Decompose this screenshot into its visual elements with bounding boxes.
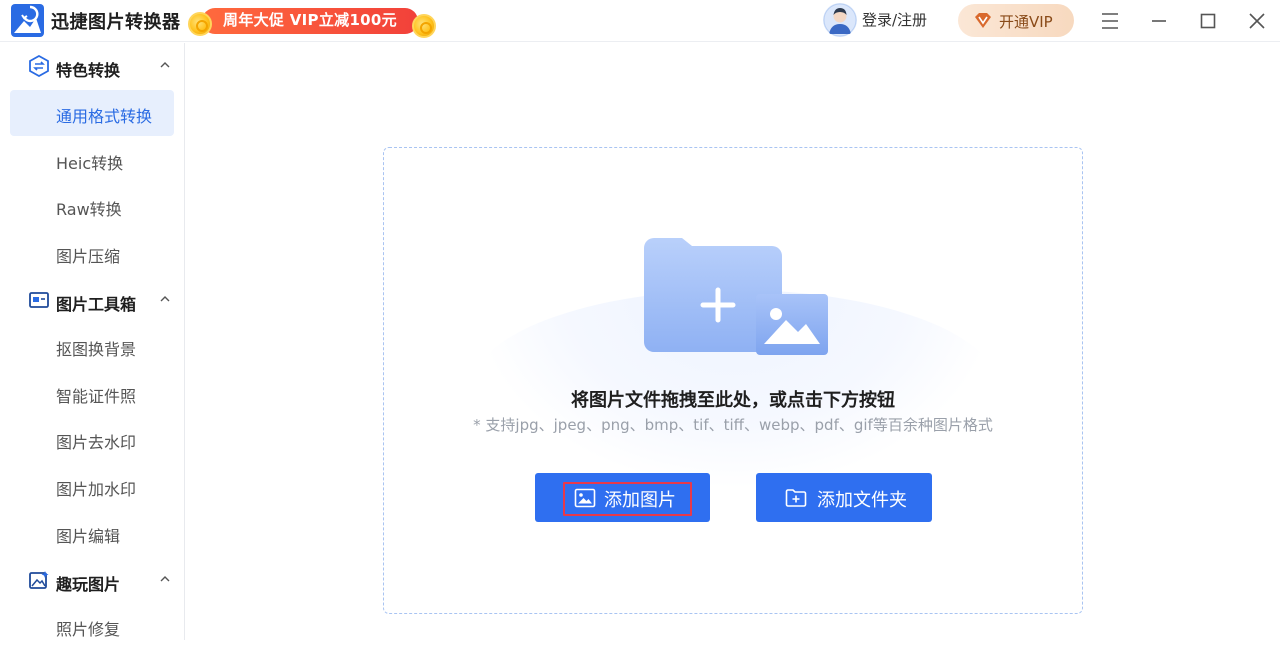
drop-zone[interactable] bbox=[383, 147, 1083, 614]
folder-plus-icon bbox=[785, 489, 807, 507]
sidebar-item-label: Heic转换 bbox=[56, 154, 124, 173]
add-folder-label: 添加文件夹 bbox=[817, 490, 907, 511]
open-vip-button[interactable]: 开通VIP bbox=[958, 4, 1074, 37]
convert-icon bbox=[29, 55, 49, 77]
group-label: 图片工具箱 bbox=[56, 295, 137, 314]
chevron-up-icon bbox=[160, 62, 170, 68]
sidebar: 特色转换 通用格式转换 Heic转换 Raw转换 图片压缩 图片工具箱 抠图换背… bbox=[0, 43, 185, 640]
folder-add-image-icon bbox=[644, 238, 828, 355]
vip-diamond-icon bbox=[975, 13, 991, 28]
sidebar-item-label: 智能证件照 bbox=[56, 387, 137, 406]
title-bar: 迅捷图片转换器 周年大促 VIP立减100元 登录/注册 开通VIP bbox=[0, 0, 1280, 42]
minimize-icon[interactable] bbox=[1146, 8, 1172, 34]
promo-banner[interactable]: 周年大促 VIP立减100元 bbox=[188, 4, 436, 38]
promo-text: 周年大促 VIP立减100元 bbox=[223, 11, 397, 29]
sidebar-item-label: 照片修复 bbox=[56, 620, 121, 639]
group-label: 趣玩图片 bbox=[56, 575, 121, 594]
toolbox-icon bbox=[29, 292, 49, 308]
drop-zone-title: 将图片文件拖拽至此处，或点击下方按钮 bbox=[571, 390, 895, 411]
sidebar-group-image-toolbox[interactable]: 图片工具箱 bbox=[0, 277, 184, 323]
sidebar-item-cutout-background[interactable]: 抠图换背景 bbox=[10, 323, 174, 369]
chevron-up-icon bbox=[160, 296, 170, 302]
sidebar-group-special-convert[interactable]: 特色转换 bbox=[0, 43, 184, 89]
sidebar-item-image-compress[interactable]: 图片压缩 bbox=[10, 230, 174, 276]
group-label: 特色转换 bbox=[56, 61, 121, 80]
vip-label: 开通VIP bbox=[999, 13, 1053, 31]
sidebar-item-add-watermark[interactable]: 图片加水印 bbox=[10, 463, 174, 509]
sidebar-item-remove-watermark[interactable]: 图片去水印 bbox=[10, 416, 174, 462]
avatar[interactable] bbox=[823, 3, 857, 37]
sidebar-item-general-format-convert[interactable]: 通用格式转换 bbox=[10, 90, 174, 136]
app-name: 迅捷图片转换器 bbox=[51, 12, 181, 33]
coin-icon bbox=[188, 12, 212, 36]
sidebar-item-label: 图片编辑 bbox=[56, 527, 121, 546]
sidebar-item-label: 通用格式转换 bbox=[56, 107, 153, 126]
sidebar-item-heic-convert[interactable]: Heic转换 bbox=[10, 137, 174, 183]
sidebar-item-label: 图片去水印 bbox=[56, 433, 137, 452]
app-logo-icon bbox=[11, 4, 44, 37]
drop-zone-subtitle: * 支持jpg、jpeg、png、bmp、tif、tiff、webp、pdf、g… bbox=[473, 416, 993, 434]
sidebar-group-fun-images[interactable]: 趣玩图片 bbox=[0, 557, 184, 603]
sidebar-item-label: 图片加水印 bbox=[56, 480, 137, 499]
coin-icon bbox=[412, 14, 436, 38]
sidebar-item-raw-convert[interactable]: Raw转换 bbox=[10, 183, 174, 229]
menu-icon[interactable] bbox=[1097, 8, 1123, 34]
sidebar-item-id-photo[interactable]: 智能证件照 bbox=[10, 370, 174, 416]
user-avatar-icon bbox=[823, 3, 857, 37]
add-image-label: 添加图片 bbox=[604, 490, 676, 511]
chevron-up-icon bbox=[160, 576, 170, 582]
sidebar-item-label: Raw转换 bbox=[56, 200, 122, 219]
close-icon[interactable] bbox=[1244, 8, 1270, 34]
sidebar-item-photo-repair[interactable]: 照片修复 bbox=[10, 603, 174, 649]
sidebar-item-label: 图片压缩 bbox=[56, 247, 121, 266]
image-fun-icon bbox=[29, 571, 49, 589]
sidebar-item-image-edit[interactable]: 图片编辑 bbox=[10, 510, 174, 556]
add-image-button[interactable]: 添加图片 bbox=[535, 473, 710, 522]
add-folder-button[interactable]: 添加文件夹 bbox=[756, 473, 932, 522]
image-icon bbox=[574, 488, 596, 508]
login-register-link[interactable]: 登录/注册 bbox=[862, 9, 927, 30]
maximize-icon[interactable] bbox=[1195, 8, 1221, 34]
sidebar-item-label: 抠图换背景 bbox=[56, 340, 137, 359]
